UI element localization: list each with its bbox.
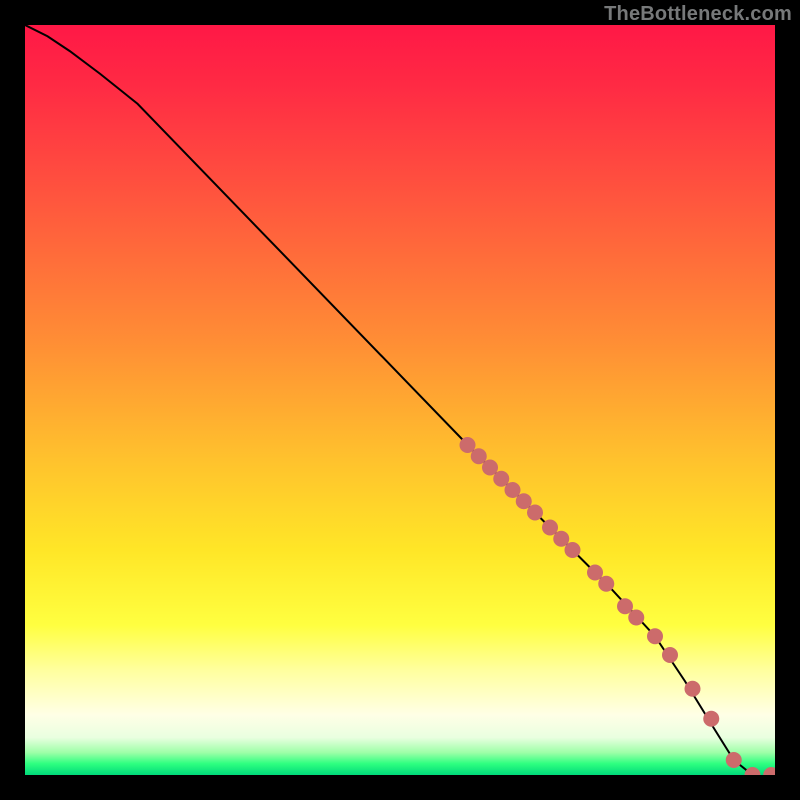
data-marker — [617, 598, 633, 614]
data-marker — [542, 520, 558, 536]
data-marker — [628, 610, 644, 626]
data-marker — [647, 628, 663, 644]
data-marker — [493, 471, 509, 487]
data-marker — [482, 460, 498, 476]
curve-line — [25, 25, 753, 775]
data-marker — [471, 448, 487, 464]
data-marker — [587, 565, 603, 581]
marker-group — [460, 437, 776, 775]
data-marker — [505, 482, 521, 498]
data-marker — [553, 531, 569, 547]
data-marker — [685, 681, 701, 697]
data-marker — [703, 711, 719, 727]
data-marker — [460, 437, 476, 453]
chart-svg — [25, 25, 775, 775]
data-marker — [662, 647, 678, 663]
chart-stage: TheBottleneck.com — [0, 0, 800, 800]
data-marker — [565, 542, 581, 558]
data-marker — [516, 493, 532, 509]
data-marker — [527, 505, 543, 521]
data-marker — [726, 752, 742, 768]
plot-area — [25, 25, 775, 775]
data-marker — [745, 767, 761, 775]
watermark-label: TheBottleneck.com — [604, 3, 792, 26]
data-marker — [763, 767, 775, 775]
data-marker — [598, 576, 614, 592]
